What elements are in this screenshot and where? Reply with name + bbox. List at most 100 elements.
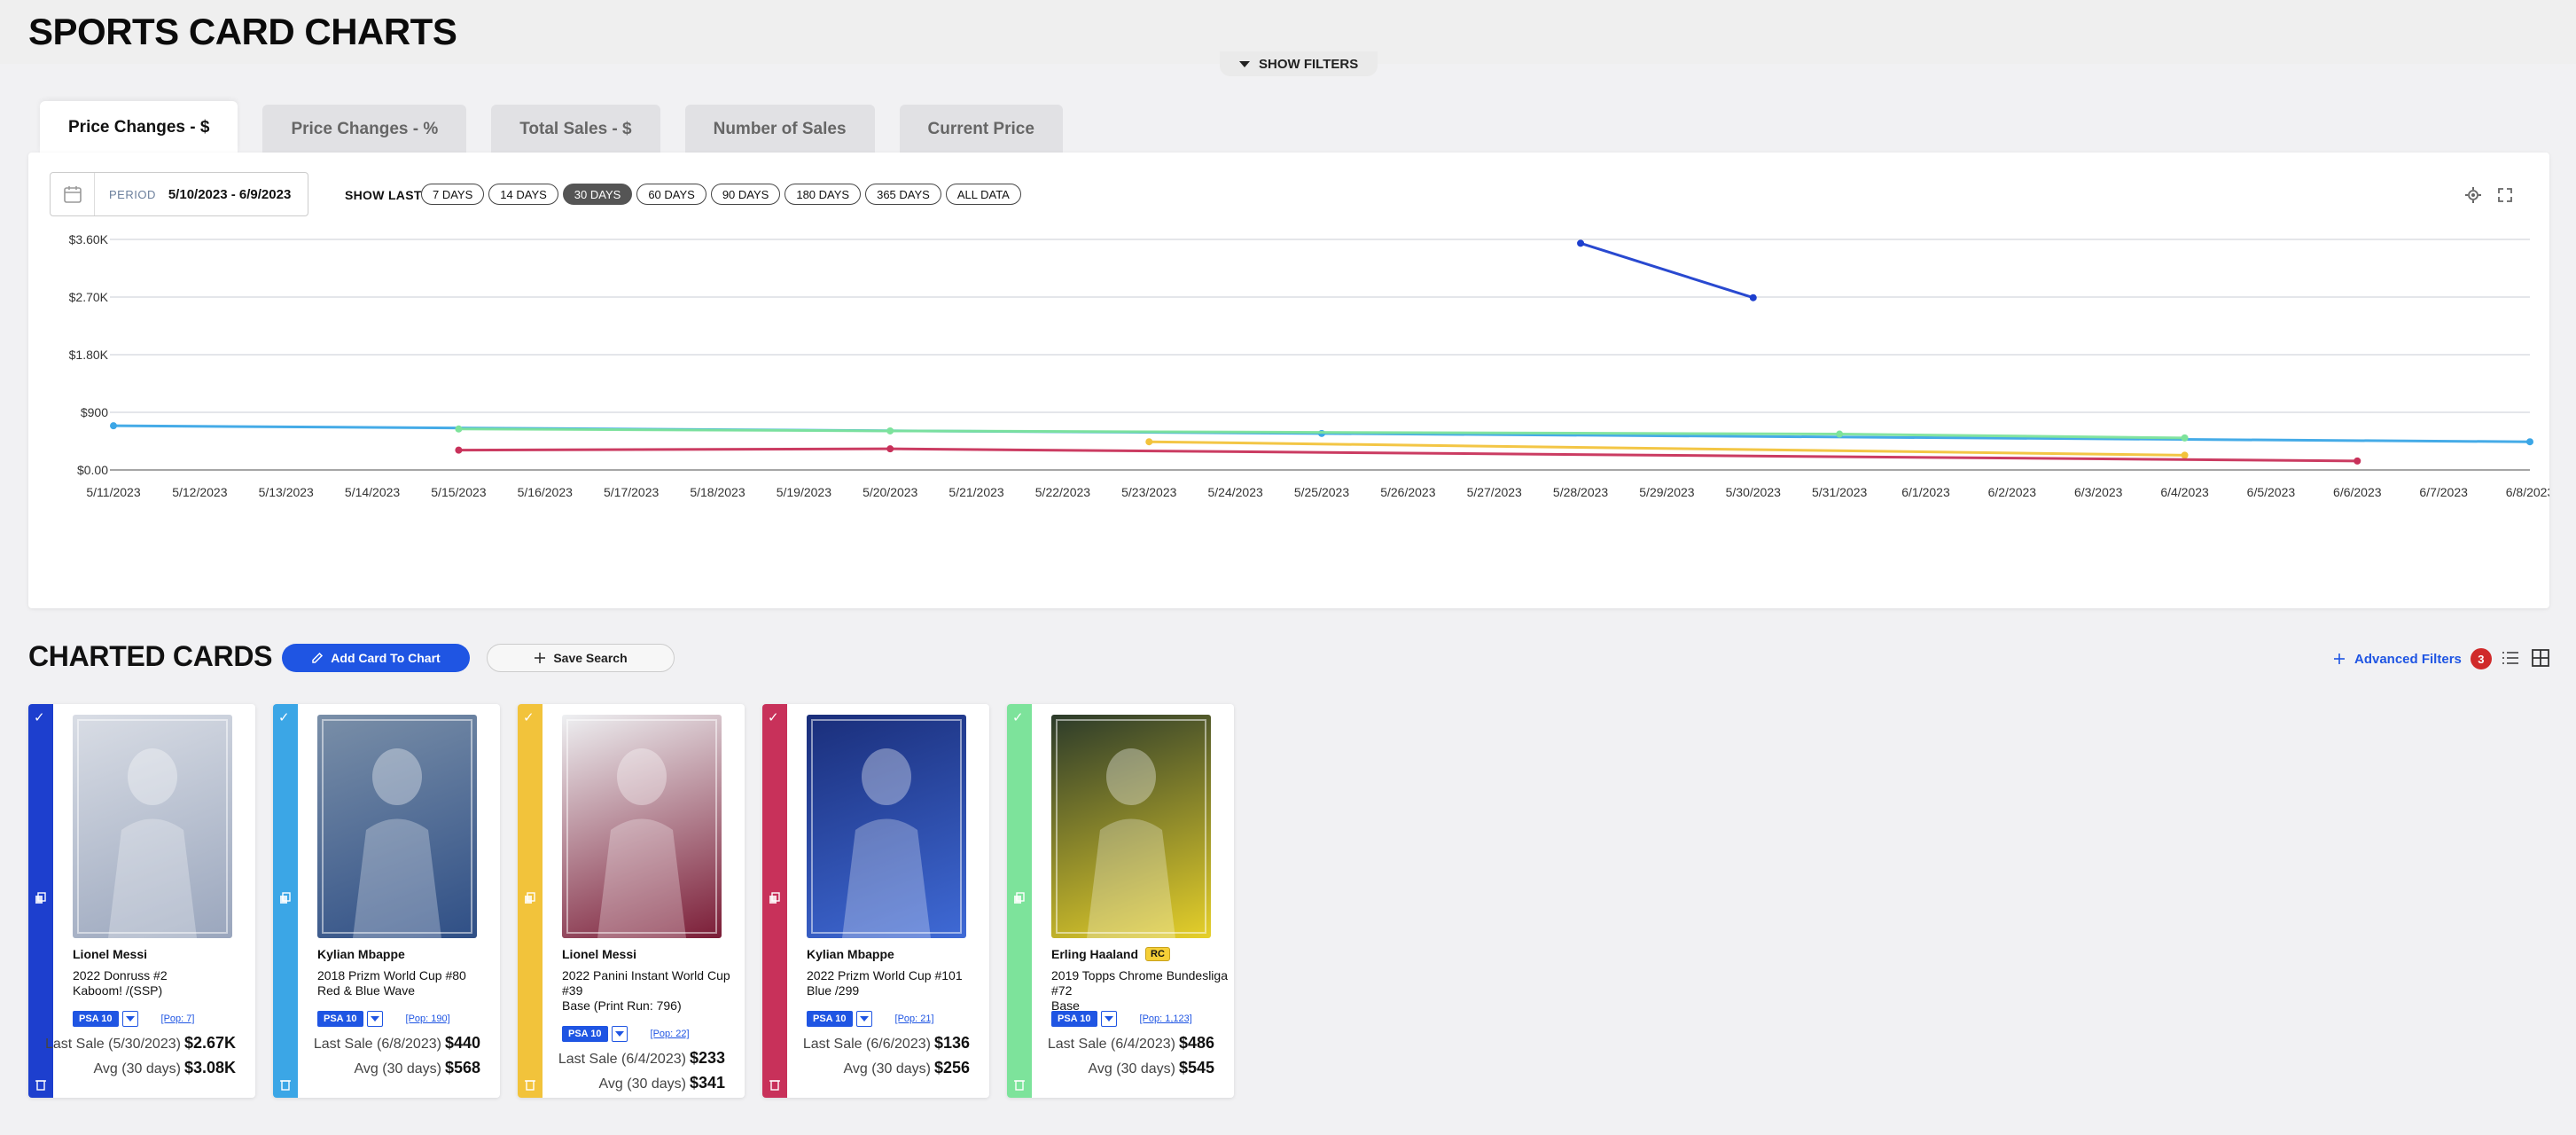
last-sale-value: $2.67K [183,1034,236,1052]
tab-4[interactable]: Current Price [899,105,1063,154]
pencil-icon [312,652,324,663]
last-sale-row: Last Sale (5/30/2023) $2.67K [45,1034,236,1053]
card-body: Lionel Messi 2022 Panini Instant World Cu… [543,704,745,1098]
grade-dropdown-icon[interactable] [855,1011,872,1027]
check-icon[interactable]: ✓ [278,709,290,725]
player-name[interactable]: Erling Haaland [1051,947,1138,961]
x-tick-label: 5/30/2023 [1726,485,1781,499]
card-image[interactable] [1051,715,1211,938]
tab-2[interactable]: Total Sales - $ [491,105,660,154]
population-link[interactable]: [Pop: 22] [651,1029,690,1039]
trash-icon[interactable] [769,1078,780,1091]
last-sale-value: $233 [689,1049,725,1067]
grade-badge[interactable]: PSA 10 [317,1011,363,1027]
tab-3[interactable]: Number of Sales [684,105,875,154]
population-link[interactable]: [Pop: 7] [161,1014,195,1024]
card-color-stripe[interactable]: ✓ [273,704,298,1098]
tab-1[interactable]: Price Changes - % [262,105,467,154]
copy-icon[interactable] [1013,892,1026,904]
range-button[interactable]: 365 DAYS [865,184,941,205]
data-point [2181,434,2189,442]
grade-dropdown-icon[interactable] [611,1026,628,1042]
card-image[interactable] [73,715,232,938]
tab-0[interactable]: Price Changes - $ [40,101,238,154]
series-line [1580,241,1754,300]
player-name[interactable]: Kylian Mbappe [807,947,894,961]
grade-badge[interactable]: PSA 10 [562,1026,608,1042]
grade-row: PSA 10 [Pop: 190] [317,1011,450,1027]
trash-icon[interactable] [525,1078,535,1091]
save-search-button[interactable]: Save Search [487,644,675,672]
x-tick-label: 5/29/2023 [1639,485,1694,499]
trash-icon[interactable] [1014,1078,1025,1091]
grade-row: PSA 10 [Pop: 1,123] [1051,1011,1192,1027]
show-filters-toggle[interactable]: SHOW FILTERS [1220,51,1378,76]
copy-icon[interactable] [769,892,781,904]
range-button[interactable]: 7 DAYS [421,184,485,205]
population-link[interactable]: [Pop: 190] [406,1014,450,1024]
x-tick-label: 5/26/2023 [1380,485,1435,499]
copy-icon[interactable] [279,892,292,904]
card-color-stripe[interactable]: ✓ [762,704,787,1098]
list-view-icon[interactable] [2500,647,2521,669]
card-color-stripe[interactable]: ✓ [1007,704,1032,1098]
player-name[interactable]: Lionel Messi [562,947,636,961]
player-name[interactable]: Lionel Messi [73,947,147,961]
expand-icon[interactable] [2496,186,2514,204]
population-link[interactable]: [Pop: 21] [895,1014,934,1024]
card-description: 2018 Prizm World Cup #80 Red & Blue Wave [317,968,466,998]
grid-view-icon[interactable] [2530,647,2551,669]
avg-label: Avg (30 days) [1088,1061,1175,1076]
plus-icon [2334,654,2345,664]
grade-row: PSA 10 [Pop: 22] [562,1026,690,1042]
range-button[interactable]: 30 DAYS [562,184,633,205]
settings-gear-icon[interactable] [2464,186,2482,204]
card-image[interactable] [807,715,966,938]
player-name[interactable]: Kylian Mbappe [317,947,405,961]
x-tick-label: 5/16/2023 [518,485,573,499]
charted-card[interactable]: ✓ Lionel Messi 2022 Donruss #2 Kaboom! /(S… [28,704,255,1098]
charted-card[interactable]: ✓ Erling Haaland RC 2019 Topps Chrome Bunde… [1007,704,1234,1098]
charted-card[interactable]: ✓ Lionel Messi 2022 Panini Instant World C… [518,704,745,1098]
avg-row: Avg (30 days) $568 [355,1059,480,1077]
avg-value: $545 [1178,1059,1214,1076]
charted-card[interactable]: ✓ Kylian Mbappe 2022 Prizm World Cup #101 … [762,704,989,1098]
period-value[interactable]: 5/10/2023 - 6/9/2023 [168,187,291,202]
advanced-filters-button[interactable]: Advanced Filters 3 [2333,648,2492,669]
grade-badge[interactable]: PSA 10 [807,1011,853,1027]
data-point [2526,438,2533,446]
copy-icon[interactable] [35,892,47,904]
range-button[interactable]: 180 DAYS [785,184,862,205]
charted-card[interactable]: ✓ Kylian Mbappe 2018 Prizm World Cup #80 R… [273,704,500,1098]
range-button[interactable]: 14 DAYS [488,184,558,205]
period-picker[interactable]: PERIOD 5/10/2023 - 6/9/2023 [50,172,308,216]
grade-row: PSA 10 [Pop: 21] [807,1011,934,1027]
check-icon[interactable]: ✓ [1012,709,1024,725]
population-link[interactable]: [Pop: 1,123] [1140,1014,1192,1024]
data-point [1749,294,1757,301]
grade-badge[interactable]: PSA 10 [1051,1011,1097,1027]
data-point [1577,239,1585,247]
range-button[interactable]: ALL DATA [945,184,1021,205]
card-image[interactable] [317,715,477,938]
grade-badge[interactable]: PSA 10 [73,1011,119,1027]
grade-dropdown-icon[interactable] [366,1011,383,1027]
grade-dropdown-icon[interactable] [1100,1011,1117,1027]
card-color-stripe[interactable]: ✓ [518,704,543,1098]
check-icon[interactable]: ✓ [768,709,779,725]
last-sale-label: Last Sale (5/30/2023) [44,1037,181,1052]
trash-icon[interactable] [280,1078,291,1091]
check-icon[interactable]: ✓ [34,709,45,725]
add-card-to-chart-button[interactable]: Add Card To Chart [282,644,470,672]
range-button[interactable]: 60 DAYS [636,184,706,205]
last-sale-label: Last Sale (6/4/2023) [558,1052,686,1067]
card-image[interactable] [562,715,722,938]
range-button[interactable]: 90 DAYS [710,184,781,205]
copy-icon[interactable] [524,892,536,904]
avg-row: Avg (30 days) $256 [844,1059,970,1077]
trash-icon[interactable] [35,1078,46,1091]
grade-dropdown-icon[interactable] [121,1011,138,1027]
calendar-icon[interactable] [51,173,95,215]
check-icon[interactable]: ✓ [523,709,535,725]
show-last-label: SHOW LAST [345,188,422,202]
